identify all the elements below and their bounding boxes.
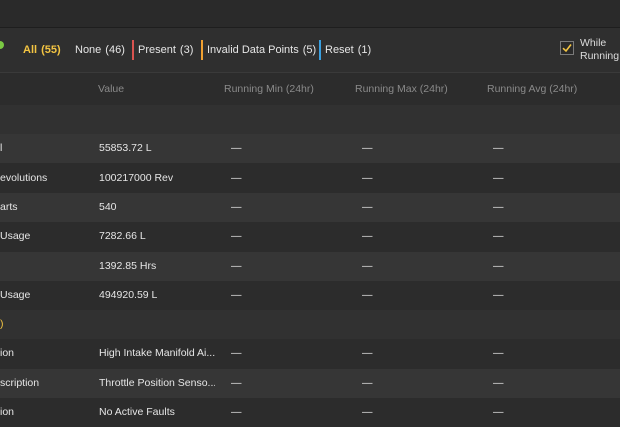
filter-all-label: All: [23, 44, 38, 56]
section-row[interactable]: ): [0, 310, 620, 339]
running-min-value: —: [231, 142, 242, 154]
running-avg-value: —: [493, 142, 504, 154]
table-row: l 55853.72 L — — —: [0, 134, 620, 163]
parameter-value: No Active Faults: [99, 406, 175, 418]
column-header-value[interactable]: Value: [98, 83, 124, 95]
filter-none[interactable]: None (46): [75, 41, 125, 59]
parameter-name: Usage: [0, 289, 31, 301]
filter-none-label: None: [75, 44, 102, 56]
parameter-value: 100217000 Rev: [99, 172, 174, 184]
table-row: ion No Active Faults — — —: [0, 398, 620, 427]
running-min-value: —: [231, 230, 242, 242]
while-running-toggle[interactable]: While Running: [560, 37, 620, 64]
running-max-value: —: [362, 201, 373, 213]
table-row: arts 540 — — —: [0, 193, 620, 222]
running-max-value: —: [362, 289, 373, 301]
table-row: scription Throttle Position Senso... — — —: [0, 369, 620, 398]
running-max-value: —: [362, 142, 373, 154]
reset-color-bar: [319, 40, 321, 60]
parameter-value: 55853.72 L: [99, 142, 152, 154]
parameter-name: l: [0, 142, 3, 154]
table-row: evolutions 100217000 Rev — — —: [0, 164, 620, 193]
parameter-value: High Intake Manifold Ai...: [99, 347, 215, 359]
column-header-running-min[interactable]: Running Min (24hr): [224, 83, 314, 95]
present-color-bar: [132, 40, 134, 60]
while-running-line2: Running: [580, 50, 620, 62]
parameter-name: evolutions: [0, 172, 48, 184]
while-running-line1: While: [580, 37, 607, 49]
running-avg-value: —: [493, 230, 504, 242]
filter-present[interactable]: Present (3): [132, 40, 194, 60]
parameter-value: 7282.66 L: [99, 230, 146, 242]
running-max-value: —: [362, 230, 373, 242]
filter-all-count: (55): [41, 44, 61, 56]
running-max-value: —: [362, 377, 373, 389]
filter-reset[interactable]: Reset (1): [319, 40, 372, 60]
section-label: ): [0, 318, 4, 330]
running-max-value: —: [362, 172, 373, 184]
parameter-name: ion: [0, 406, 15, 418]
table-row: Usage 7282.66 L — — —: [0, 222, 620, 251]
check-icon: [562, 44, 572, 53]
filter-invalid-count: (5): [302, 44, 317, 56]
while-running-label: While Running: [580, 37, 620, 63]
running-min-value: —: [231, 377, 242, 389]
filter-invalid-label: Invalid Data Points: [207, 44, 299, 56]
running-min-value: —: [231, 172, 242, 184]
running-avg-value: —: [493, 289, 504, 301]
parameter-value: Throttle Position Senso...: [99, 377, 215, 389]
top-toolbar: [0, 0, 620, 28]
filter-bar: All (55) None (46) Present (3) Invalid Data…: [0, 28, 620, 73]
filter-none-count: (46): [105, 44, 125, 56]
column-header-running-max[interactable]: Running Max (24hr): [355, 83, 448, 95]
running-min-value: —: [231, 406, 242, 418]
running-min-value: —: [231, 347, 242, 359]
running-max-value: —: [362, 260, 373, 272]
parameter-value: 540: [99, 201, 117, 213]
table-header: Value Running Min (24hr) Running Max (24…: [0, 73, 620, 106]
filter-invalid-data-points[interactable]: Invalid Data Points (5): [201, 40, 317, 60]
invalid-color-bar: [201, 40, 203, 60]
running-avg-value: —: [493, 406, 504, 418]
filter-reset-label: Reset: [325, 44, 354, 56]
section-row[interactable]: [0, 105, 620, 134]
running-avg-value: —: [493, 172, 504, 184]
parameter-name: Usage: [0, 230, 31, 242]
filter-reset-count: (1): [357, 44, 372, 56]
table-row: ion High Intake Manifold Ai... — — —: [0, 339, 620, 368]
running-min-value: —: [231, 289, 242, 301]
running-max-value: —: [362, 347, 373, 359]
status-dot-icon: [0, 41, 4, 49]
while-running-checkbox[interactable]: [560, 41, 574, 55]
table-row: 1392.85 Hrs — — —: [0, 252, 620, 281]
parameter-value: 1392.85 Hrs: [99, 260, 157, 272]
running-avg-value: —: [493, 260, 504, 272]
running-avg-value: —: [493, 377, 504, 389]
running-avg-value: —: [493, 201, 504, 213]
parameter-name: ion: [0, 347, 15, 359]
table-row: Usage 494920.59 L — — —: [0, 281, 620, 310]
parameter-value: 494920.59 L: [99, 289, 158, 301]
filter-present-count: (3): [179, 44, 194, 56]
parameter-name: arts: [0, 201, 18, 213]
running-min-value: —: [231, 201, 242, 213]
column-header-running-avg[interactable]: Running Avg (24hr): [487, 83, 577, 95]
running-min-value: —: [231, 260, 242, 272]
running-avg-value: —: [493, 347, 504, 359]
filter-all[interactable]: All (55): [23, 41, 61, 59]
parameter-name: scription: [0, 377, 40, 389]
running-max-value: —: [362, 406, 373, 418]
filter-present-label: Present: [138, 44, 176, 56]
